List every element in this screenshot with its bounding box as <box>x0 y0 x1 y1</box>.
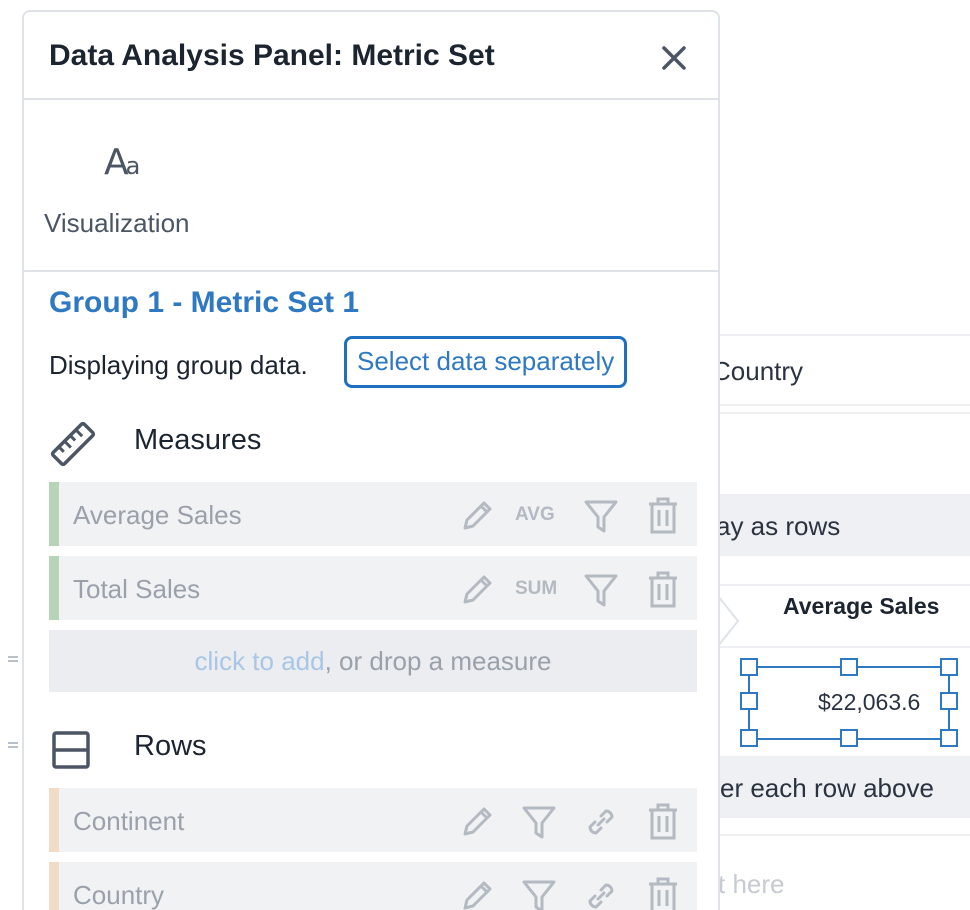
bg-divider <box>720 412 970 414</box>
trash-icon[interactable] <box>643 570 683 610</box>
bg-divider <box>720 404 970 406</box>
bg-divider <box>720 334 970 336</box>
aggregation-label[interactable]: AVG <box>515 504 555 526</box>
bg-each-row: er each row above <box>720 773 934 803</box>
measure-item[interactable]: Average Sales AVG <box>49 482 697 546</box>
resize-handle[interactable] <box>940 692 958 710</box>
resize-handle[interactable] <box>840 658 858 676</box>
add-measure-dropzone[interactable]: click to add, or drop a measure <box>49 630 697 692</box>
edit-icon[interactable] <box>457 876 497 910</box>
panel-title: Data Analysis Panel: Metric Set <box>49 39 495 72</box>
group-title: Group 1 - Metric Set 1 <box>49 286 360 319</box>
resize-handle[interactable] <box>940 729 958 747</box>
drag-handle-mark <box>8 656 18 662</box>
color-bar <box>49 482 59 546</box>
rows-icon <box>52 731 90 769</box>
display-text: Displaying group data. <box>49 350 308 380</box>
resize-handle[interactable] <box>940 658 958 676</box>
row-item[interactable]: Country <box>49 862 697 910</box>
bg-drop-hint: t here <box>718 869 785 899</box>
measures-label: Measures <box>134 424 262 456</box>
text-format-icon: Aa <box>104 142 140 183</box>
bg-cell-value[interactable]: $22,063.6 <box>818 689 940 716</box>
bg-divider <box>720 834 970 836</box>
visualization-label: Visualization <box>44 208 190 238</box>
row-label: Country <box>73 880 165 910</box>
edit-icon[interactable] <box>457 802 497 842</box>
resize-handle[interactable] <box>740 658 758 676</box>
rows-label: Rows <box>134 730 207 762</box>
measure-item[interactable]: Total Sales SUM <box>49 556 697 620</box>
resize-handle[interactable] <box>840 729 858 747</box>
data-analysis-panel: Data Analysis Panel: Metric Set Aa Visua… <box>22 10 720 910</box>
color-bar <box>49 556 59 620</box>
bg-column-header[interactable]: Average Sales <box>783 593 939 620</box>
aggregation-label[interactable]: SUM <box>515 578 557 600</box>
row-label: Continent <box>73 806 185 836</box>
edit-icon[interactable] <box>457 496 497 536</box>
select-data-separately-link[interactable]: Select data separately <box>344 336 628 388</box>
bg-divider <box>720 584 970 586</box>
color-bar <box>49 862 59 910</box>
panel-header: Data Analysis Panel: Metric Set <box>24 12 718 100</box>
trash-icon[interactable] <box>643 876 683 910</box>
link-icon[interactable] <box>581 876 621 910</box>
click-to-add-link[interactable]: click to add <box>195 646 325 676</box>
bg-display-rows: ay as rows <box>716 511 841 541</box>
ruler-icon <box>50 421 96 467</box>
link-icon[interactable] <box>581 802 621 842</box>
visualization-section[interactable]: Aa Visualization <box>24 100 718 272</box>
resize-handle[interactable] <box>740 692 758 710</box>
filter-icon[interactable] <box>519 876 559 910</box>
resize-handle[interactable] <box>740 729 758 747</box>
color-bar <box>49 788 59 852</box>
bg-country-label: Country <box>712 356 804 386</box>
filter-icon[interactable] <box>581 496 621 536</box>
trash-icon[interactable] <box>643 802 683 842</box>
measure-label: Total Sales <box>73 574 201 604</box>
measure-label: Average Sales <box>73 500 242 530</box>
pointer-arrow <box>718 596 740 646</box>
row-item[interactable]: Continent <box>49 788 697 852</box>
edit-icon[interactable] <box>457 570 497 610</box>
drag-handle-mark <box>8 742 18 748</box>
trash-icon[interactable] <box>643 496 683 536</box>
bg-divider <box>720 646 970 648</box>
filter-icon[interactable] <box>519 802 559 842</box>
drop-measure-text: , or drop a measure <box>324 646 552 676</box>
close-icon[interactable] <box>656 40 692 76</box>
filter-icon[interactable] <box>581 570 621 610</box>
